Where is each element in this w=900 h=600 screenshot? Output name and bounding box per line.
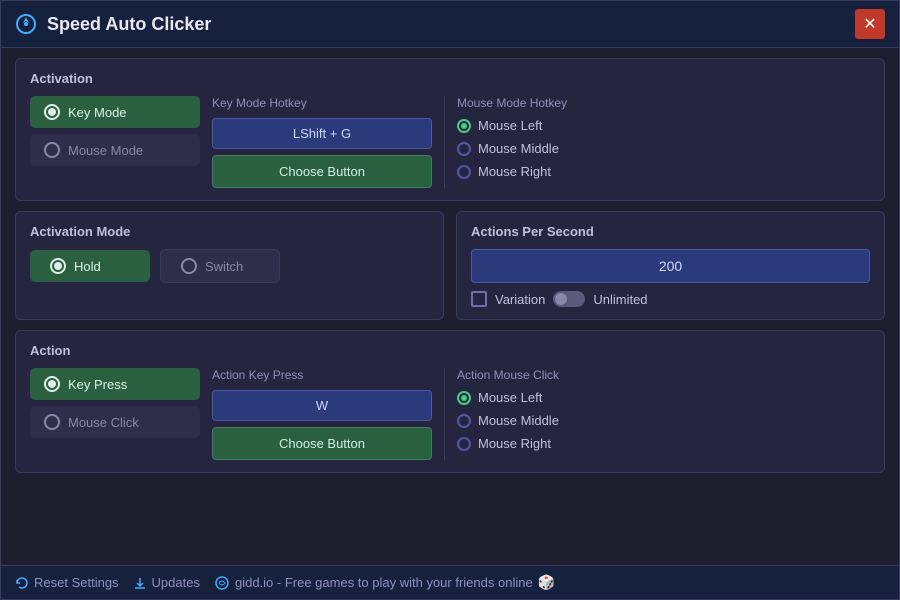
action-mouse-middle-radio — [457, 414, 471, 428]
divider1 — [444, 96, 445, 188]
activation-row: Key Mode Mouse Mode Key Mode Hotkey LShi… — [30, 96, 870, 188]
mouse-left-radio-row: Mouse Left — [457, 116, 870, 135]
mouse-middle-radio — [457, 142, 471, 156]
key-mode-button[interactable]: Key Mode — [30, 96, 200, 128]
mouse-mode-button[interactable]: Mouse Mode — [30, 134, 200, 166]
switch-button[interactable]: Switch — [160, 249, 280, 283]
variation-checkbox[interactable] — [471, 291, 487, 307]
key-press-button[interactable]: Key Press — [30, 368, 200, 400]
hold-button[interactable]: Hold — [30, 250, 150, 282]
action-mouse-right-row: Mouse Right — [457, 434, 870, 453]
action-mouse-middle-row: Mouse Middle — [457, 411, 870, 430]
gidd-icon — [214, 575, 230, 591]
action-type-group: Key Press Mouse Click — [30, 368, 200, 438]
action-title: Action — [30, 343, 870, 358]
activation-section: Activation Key Mode Mouse Mode Key Mode … — [15, 58, 885, 201]
mouse-middle-radio-row: Mouse Middle — [457, 139, 870, 158]
unlimited-toggle[interactable] — [553, 291, 585, 307]
activation-mode-title: Activation Mode — [30, 224, 429, 239]
mouse-right-radio — [457, 165, 471, 179]
activation-title: Activation — [30, 71, 870, 86]
variation-row: Variation Unlimited — [471, 291, 870, 307]
title-bar: Speed Auto Clicker ✕ — [1, 1, 899, 48]
key-mode-radio — [44, 104, 60, 120]
mouse-mode-hotkey-title: Mouse Mode Hotkey — [457, 96, 870, 110]
action-section: Action Key Press Mouse Click Action Key … — [15, 330, 885, 473]
switch-radio — [181, 258, 197, 274]
content-area: Activation Key Mode Mouse Mode Key Mode … — [1, 48, 899, 565]
gidd-link[interactable]: gidd.io - Free games to play with your f… — [214, 574, 555, 591]
mouse-click-button[interactable]: Mouse Click — [30, 406, 200, 438]
dice-icon: 🎲 — [538, 574, 555, 591]
updates-link[interactable]: Updates — [133, 575, 200, 590]
mouse-click-radio — [44, 414, 60, 430]
hold-switch-row: Hold Switch — [30, 249, 429, 283]
mouse-mode-radio — [44, 142, 60, 158]
main-window: Speed Auto Clicker ✕ Activation Key Mode… — [0, 0, 900, 600]
variation-label: Variation — [495, 292, 545, 307]
mouse-mode-hotkey-section: Mouse Mode Hotkey Mouse Left Mouse Middl… — [457, 96, 870, 181]
key-mode-hotkey-section: Key Mode Hotkey LShift + G Choose Button — [212, 96, 432, 188]
divider2 — [444, 368, 445, 460]
aps-title: Actions Per Second — [471, 224, 870, 239]
key-mode-hotkey-title: Key Mode Hotkey — [212, 96, 432, 110]
key-press-radio — [44, 376, 60, 392]
app-icon — [15, 13, 37, 35]
action-key-press-section: Action Key Press W Choose Button — [212, 368, 432, 460]
action-mouse-right-radio — [457, 437, 471, 451]
aps-value-display[interactable]: 200 — [471, 249, 870, 283]
action-mouse-left-radio — [457, 391, 471, 405]
mouse-right-radio-row: Mouse Right — [457, 162, 870, 181]
action-row: Key Press Mouse Click Action Key Press W… — [30, 368, 870, 460]
action-mouse-click-section: Action Mouse Click Mouse Left Mouse Midd… — [457, 368, 870, 453]
unlimited-label: Unlimited — [593, 292, 647, 307]
action-key-press-title: Action Key Press — [212, 368, 432, 382]
mouse-left-radio — [457, 119, 471, 133]
activation-mode-section: Activation Mode Hold Switch — [15, 211, 444, 320]
action-key-value: W — [212, 390, 432, 421]
action-mouse-click-title: Action Mouse Click — [457, 368, 870, 382]
close-button[interactable]: ✕ — [855, 9, 885, 39]
choose-button-activation[interactable]: Choose Button — [212, 155, 432, 188]
hold-radio — [50, 258, 66, 274]
footer: Reset Settings Updates gidd.io - Free ga… — [1, 565, 899, 599]
middle-row: Activation Mode Hold Switch Actions Per … — [15, 211, 885, 320]
download-icon — [133, 576, 147, 590]
action-mouse-left-row: Mouse Left — [457, 388, 870, 407]
window-title: Speed Auto Clicker — [47, 14, 845, 35]
choose-button-action[interactable]: Choose Button — [212, 427, 432, 460]
activation-mode-group: Key Mode Mouse Mode — [30, 96, 200, 166]
hotkey-value-display: LShift + G — [212, 118, 432, 149]
reset-icon — [15, 576, 29, 590]
reset-settings-link[interactable]: Reset Settings — [15, 575, 119, 590]
actions-per-second-section: Actions Per Second 200 Variation Unlimit… — [456, 211, 885, 320]
